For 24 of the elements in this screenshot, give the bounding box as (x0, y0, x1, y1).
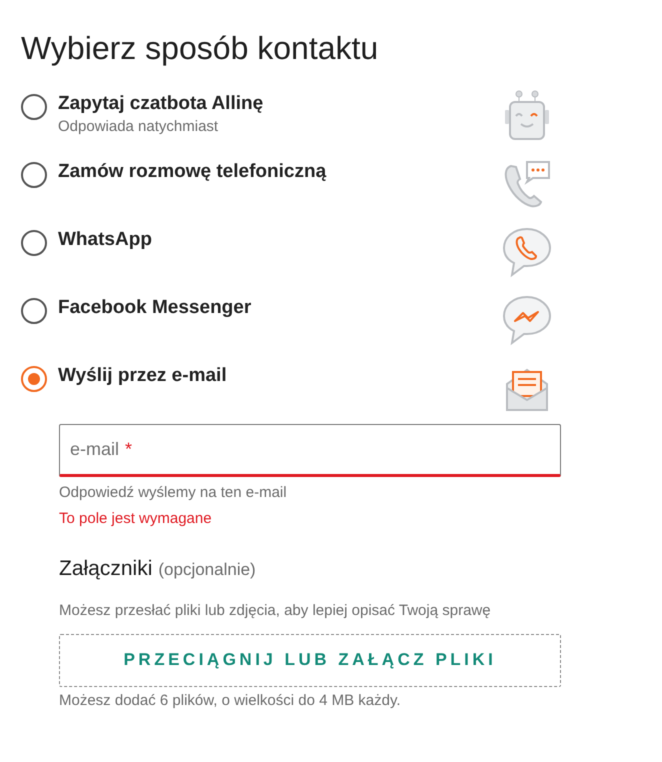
error-message: To pole jest wymagane (59, 509, 212, 529)
section-title: Załączniki (59, 556, 152, 582)
chat-bubble-icon (501, 294, 553, 346)
field-hint: Odpowiedź wyślemy na ten e-mail (59, 483, 287, 503)
radio-button[interactable] (21, 94, 47, 120)
field-placeholder: e-mail (70, 438, 120, 461)
option-label[interactable]: Facebook Messenger (58, 294, 252, 322)
option-label[interactable]: Zapytaj czatbota Allinę (58, 90, 264, 118)
page-title: Wybierz sposób kontaktu (21, 29, 378, 68)
email-field[interactable]: e-mail * (59, 424, 561, 477)
radio-button[interactable] (21, 230, 47, 256)
radio-button[interactable] (21, 366, 47, 392)
section-description: Możesz przesłać pliki lub zdjęcia, aby lepiej opisać Twoją sprawę (59, 600, 491, 620)
option-label[interactable]: Zamów rozmowę telefoniczną (58, 158, 326, 186)
radio-button[interactable] (21, 162, 47, 188)
file-drop-zone[interactable]: PRZECIĄGNIJ LUB ZAŁĄCZ PLIKI (59, 634, 561, 686)
upload-limit-note: Możesz dodać 6 plików, o wielkości do 4 MB każdy. (59, 690, 401, 710)
section-note: (opcjonalnie) (158, 559, 256, 581)
radio-button[interactable] (21, 298, 47, 324)
phone-bubble-icon (501, 226, 553, 278)
required-mark: * (125, 438, 132, 461)
option-description: Odpowiada natychmiast (58, 118, 218, 136)
option-label[interactable]: WhatsApp (58, 226, 152, 254)
option-label[interactable]: Wyślij przez e-mail (58, 362, 227, 390)
